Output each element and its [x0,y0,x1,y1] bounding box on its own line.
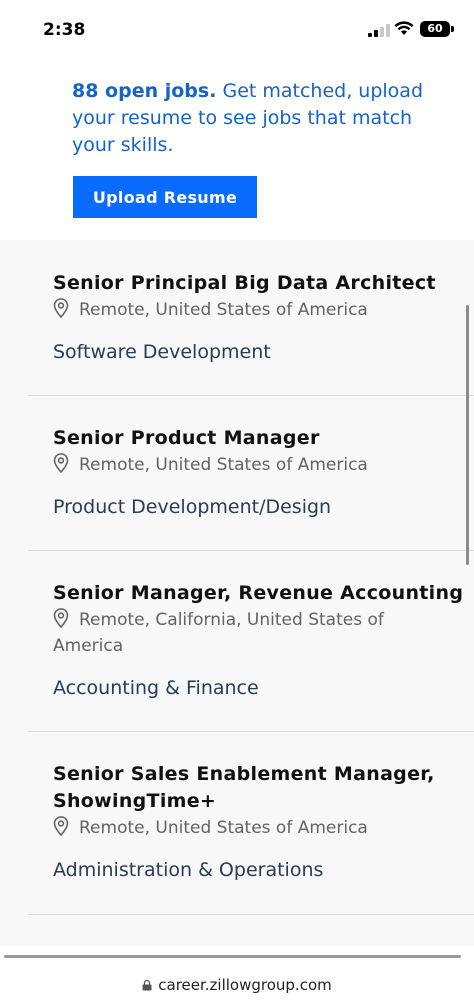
job-location-text: Remote, United States of America [79,818,368,838]
job-category: Accounting & Finance [53,677,259,699]
open-jobs-count: 88 open jobs. [72,80,217,102]
intro-text: 88 open jobs. Get matched, upload your r… [72,78,432,159]
browser-url-bar[interactable]: career.zillowgroup.com [0,946,474,1003]
wifi-icon [394,21,414,35]
upload-resume-button[interactable]: Upload Resume [73,176,257,218]
scrollbar[interactable] [466,305,469,565]
job-card[interactable]: Senior Manager, Revenue Accounting Remot… [28,550,474,732]
job-category: Software Development [53,341,271,363]
job-location-text: Remote, United States of America [79,300,368,320]
lock-icon [142,980,152,991]
job-location: Remote, United States of America [53,297,368,323]
location-pin-icon [53,608,69,628]
url-text: career.zillowgroup.com [158,976,332,994]
url-bar-divider [4,955,461,958]
location-pin-icon [53,816,69,836]
location-pin-icon [53,453,69,473]
cellular-signal-icon [368,24,390,37]
job-card[interactable]: Senior Product Manager Remote, United St… [28,395,474,551]
job-category: Product Development/Design [53,496,332,518]
url-address[interactable]: career.zillowgroup.com [0,976,474,994]
status-bar: 2:38 60 [0,0,474,58]
location-pin-icon [53,298,69,318]
job-location: Remote, United States of America [53,815,368,841]
job-title-continued[interactable]: ShowingTime+ [53,788,216,815]
battery-icon: 60 [420,21,450,37]
job-category: Administration & Operations [53,859,324,881]
battery-nub [451,26,454,32]
job-location: Remote, United States of America [53,452,368,478]
job-list: Senior Principal Big Data Architect Remo… [0,240,474,946]
job-card[interactable]: Senior Sales Enablement Manager, Showing… [28,731,474,915]
job-title[interactable]: Senior Manager, Revenue Accounting [53,580,463,607]
job-title[interactable]: Senior Principal Big Data Architect [53,270,436,297]
job-card[interactable]: Senior Principal Big Data Architect Remo… [28,240,474,396]
status-time: 2:38 [43,20,86,40]
job-title[interactable]: Senior Sales Enablement Manager, [53,761,435,788]
job-location-text: Remote, United States of America [79,455,368,475]
job-location: Remote, California, United States of [53,607,384,633]
job-location-text: Remote, California, United States of [79,610,384,630]
job-title[interactable]: Senior Product Manager [53,425,320,452]
job-location-continued: America [53,636,124,656]
